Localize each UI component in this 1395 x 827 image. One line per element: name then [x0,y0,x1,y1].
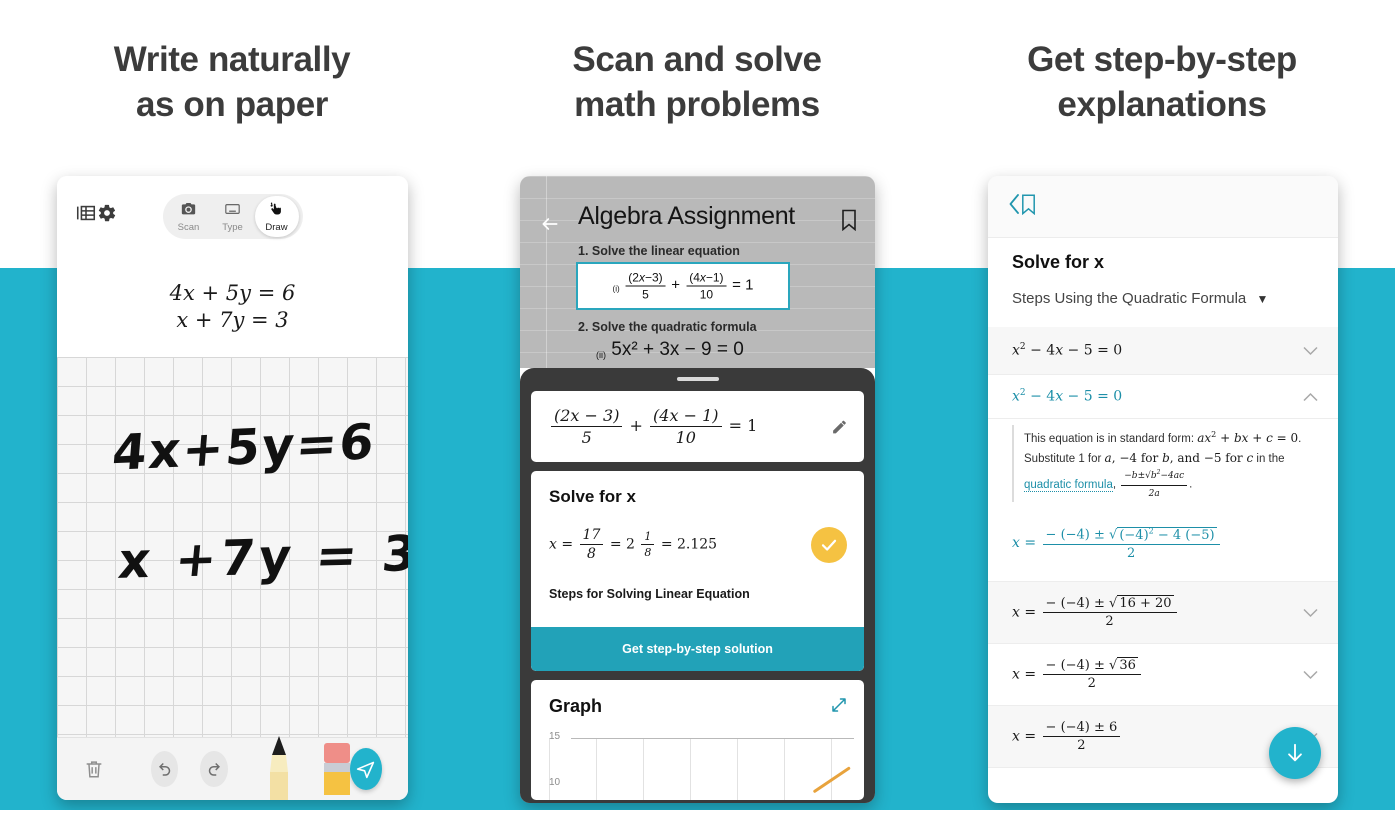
step-equation-6: x = − (−4) ± 62 [1012,720,1122,753]
scroll-down-fab[interactable] [1269,727,1321,779]
headline-3-line-1: Get step-by-step [1027,40,1297,79]
segment-type-label: Type [222,221,243,233]
gear-icon[interactable] [97,203,117,228]
verified-check-badge [811,527,847,563]
handwritten-equation-1: 4x+5y=6 [110,413,378,482]
undo-icon[interactable] [151,751,179,787]
headline-write-naturally: Write naturally as on paper [32,38,432,128]
worksheet-equation-2: (ii) 5x² + 3x − 9 = 0 [596,339,744,361]
explanation-pre: This equation is in standard form: [1024,433,1198,445]
bottom-white-strip [0,810,1395,827]
chevron-down-icon[interactable] [1303,608,1318,617]
step-equation-4: x = − (−4) ± √ 16 + 20 2 [1012,595,1179,629]
equation-card[interactable]: (2x − 3) 5 + (4x − 1) 10 = 1 [531,391,864,462]
headline-scan-and-solve: Scan and solve math problems [497,38,897,128]
step-explanation-text: This equation is in standard form: ax2 +… [1024,430,1302,499]
eraser-tool[interactable] [323,743,350,795]
redo-icon[interactable] [200,751,228,787]
phone-screenshot-scan: Algebra Assignment 1. Solve the linear e… [520,176,875,803]
scanned-worksheet-view: Algebra Assignment 1. Solve the linear e… [520,176,875,368]
equation-card-math: (2x − 3) 5 + (4x − 1) 10 = 1 [549,406,757,447]
steps-page-title: Solve for x [1012,252,1105,272]
solution-card: Solve for x x = 17 8 = 2 18 = 2.125 Steps… [531,471,864,671]
graph-y-tick-10: 10 [549,777,561,788]
segment-draw[interactable]: Draw [254,196,299,237]
history-icon[interactable] [75,202,97,229]
equation-index-i: (i) [612,284,620,294]
keyboard-icon [224,201,241,222]
handwritten-equation-2: x +7y = 3 [115,525,408,590]
step-row-current[interactable]: x = − (−4) ± √ (−4)2 − 4 (−5) 2 [988,506,1338,582]
chevron-down-icon[interactable] [1303,346,1318,355]
headline-2-line-1: Scan and solve [572,40,822,79]
trash-icon[interactable] [83,757,105,781]
recognized-equations-area: 4x + 5y = 6 x + 7y = 3 [57,255,408,357]
headline-2-line-2: math problems [574,84,820,124]
cta-label: Get step-by-step solution [622,642,773,656]
step-equation-1: x2 − 4x − 5 = 0 [1012,342,1123,359]
chevron-down-icon: ▼ [1256,292,1269,306]
step-equation-5: x = − (−4) ± √ 36 2 [1012,657,1143,691]
bookmark-icon[interactable] [1021,193,1036,220]
input-mode-segmented-control[interactable]: Scan Type Draw [162,194,303,239]
detected-equation-highlight[interactable]: (i) (2x−3) 5 + (4x−1) 10 = 1 [576,262,790,310]
step-row-collapsed-2[interactable]: x = − (−4) ± √ 16 + 20 2 [988,582,1338,644]
step-row-expanded[interactable]: x2 − 4x − 5 = 0 [988,375,1338,419]
recognized-equation-1: 4x + 5y = 6 [169,280,296,305]
detected-equation-text: (i) (2x−3) 5 + (4x−1) 10 = 1 [612,270,754,302]
results-bottom-sheet: (2x − 3) 5 + (4x − 1) 10 = 1 Solve for x x… [520,368,875,803]
method-selector-label: Steps Using the Quadratic Formula [1012,290,1247,307]
headline-1-line-2: as on paper [135,84,329,124]
segment-scan-label: Scan [177,221,200,233]
step-equation-2: x2 − 4x − 5 = 0 [1012,388,1123,405]
camera-icon [180,201,197,222]
quadratic-formula-link[interactable]: quadratic formula [1024,478,1113,492]
worksheet-question-1: 1. Solve the linear equation [578,244,740,258]
worksheet-title: Algebra Assignment [578,202,795,230]
step-explanation: This equation is in standard form: ax2 +… [988,419,1338,506]
graph-plot-area[interactable]: 15 10 [549,731,854,800]
graph-y-tick-15: 15 [549,731,561,742]
graph-card: Graph 15 10 [531,680,864,800]
steps-subtitle: Steps for Solving Linear Equation [549,587,750,601]
back-chevron-icon[interactable] [1008,193,1021,220]
drawing-toolbar [57,736,408,800]
phone3-header [988,176,1338,238]
headline-1-line-1: Write naturally [113,40,351,79]
hand-draw-icon [268,201,285,222]
graph-gridline [571,738,854,739]
get-step-by-step-solution-button[interactable]: Get step-by-step solution [531,627,864,671]
worksheet-equation-2-text: 5x² + 3x − 9 = 0 [611,339,744,360]
graph-data-line [812,766,851,794]
headline-step-by-step: Get step-by-step explanations [962,38,1362,128]
segment-scan[interactable]: Scan [167,196,211,237]
segment-draw-label: Draw [265,221,288,233]
chevron-up-icon[interactable] [1303,392,1318,401]
recognized-equation-2: x + 7y = 3 [176,307,289,332]
solution-title: Solve for x [549,487,636,506]
explanation-tail: . [1189,478,1193,491]
method-selector[interactable]: Steps Using the Quadratic Formula ▼ [1012,290,1314,307]
headline-3-line-2: explanations [1057,84,1267,124]
drawing-canvas[interactable]: 4x+5y=6 x +7y = 3 [57,357,408,737]
phone-screenshot-draw: Scan Type Draw 4x + 5y = 6 x + 7y = 3 4x… [57,176,408,800]
step-equation-3: x = − (−4) ± √ (−4)2 − 4 (−5) 2 [1012,526,1222,561]
equation-index-ii: (ii) [596,350,606,360]
step-row-collapsed-1[interactable]: x2 − 4x − 5 = 0 [988,327,1338,375]
steps-title-block: Solve for x Steps Using the Quadratic Fo… [988,238,1338,327]
phone-screenshot-steps: Solve for x Steps Using the Quadratic Fo… [988,176,1338,803]
segment-type[interactable]: Type [211,196,255,237]
pencil-tool[interactable] [264,736,294,800]
step-row-collapsed-3[interactable]: x = − (−4) ± √ 36 2 [988,644,1338,706]
solution-result: x = 17 8 = 2 18 = 2.125 [549,527,718,562]
graph-title: Graph [549,696,603,716]
send-button[interactable] [349,748,382,790]
worksheet-question-2: 2. Solve the quadratic formula [578,320,757,334]
chevron-down-icon[interactable] [1303,670,1318,679]
sheet-drag-handle[interactable] [676,377,719,381]
